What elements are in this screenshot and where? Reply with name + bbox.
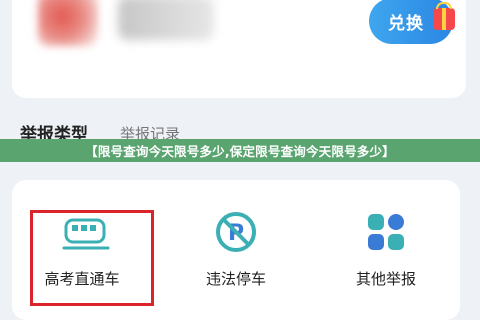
user-card: 兑换 (12, 0, 466, 98)
user-name-blurred (118, 0, 214, 40)
redeem-button-label: 兑换 (388, 13, 424, 34)
no-parking-icon: P (214, 210, 258, 254)
title-banner: 【限号查询今天限号多少,保定限号查询今天限号多少】 (0, 139, 480, 162)
category-other-reports[interactable]: 其他举报 (316, 180, 456, 320)
category-label: 违法停车 (205, 270, 266, 288)
avatar (38, 0, 98, 46)
category-illegal-parking[interactable]: P 违法停车 (166, 180, 306, 320)
gift-icon (433, 2, 455, 30)
grid-icon (364, 210, 408, 254)
category-label: 其他举报 (355, 270, 416, 288)
highlight-box (30, 210, 154, 306)
